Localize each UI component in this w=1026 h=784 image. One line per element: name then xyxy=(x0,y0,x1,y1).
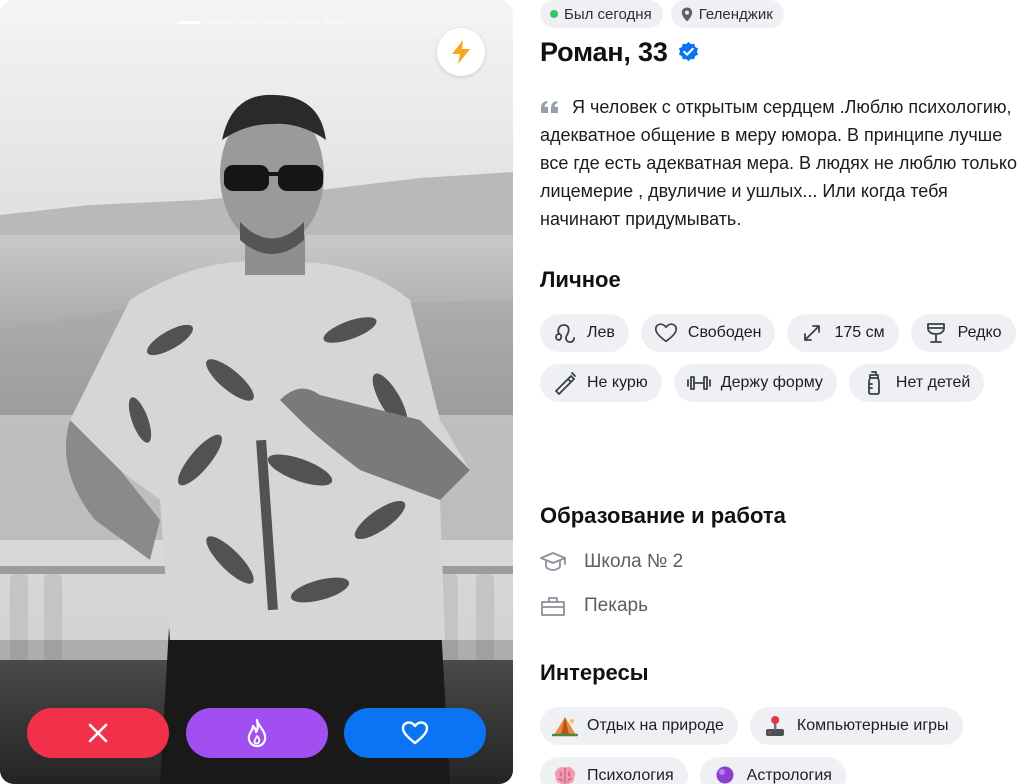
chip-alcohol: Редко xyxy=(910,314,1016,352)
crystal-ball-icon xyxy=(712,763,738,784)
chip-interest-psychology: Психология xyxy=(540,757,688,784)
superlike-button[interactable] xyxy=(186,708,328,758)
chip-label: Психология xyxy=(587,767,674,784)
boost-button[interactable] xyxy=(437,28,485,76)
flame-icon xyxy=(247,718,267,748)
school-text: Школа № 2 xyxy=(584,551,684,572)
section-title-education: Образование и работа xyxy=(540,503,786,528)
chip-label: Компьютерные игры xyxy=(796,717,949,734)
heart-icon xyxy=(401,721,429,745)
like-button[interactable] xyxy=(344,708,486,758)
chip-height: 175 см xyxy=(787,314,899,352)
online-status-tag: Был сегодня xyxy=(540,0,663,28)
personal-chips: Лев Свободен 175 см Редко Не курю Держу … xyxy=(540,314,1020,402)
photo-progress-segment[interactable] xyxy=(324,21,346,24)
chip-interest-nature: Отдых на природе xyxy=(540,707,738,745)
education-job-row: Пекарь xyxy=(540,593,648,619)
chip-label: Астрология xyxy=(746,767,832,784)
profile-bio: Я человек с открытым сердцем .Люблю псих… xyxy=(540,93,1018,233)
leo-icon xyxy=(552,320,578,346)
heart-outline-icon xyxy=(653,320,679,346)
chip-label: Держу форму xyxy=(720,374,823,391)
dislike-button[interactable] xyxy=(27,708,169,758)
height-icon xyxy=(799,320,825,346)
briefcase-icon xyxy=(540,593,566,619)
photo-progress-segment[interactable] xyxy=(295,21,317,24)
city-tag: Геленджик xyxy=(670,0,784,28)
chip-label: Не курю xyxy=(587,374,648,391)
education-school-row: Школа № 2 xyxy=(540,549,683,575)
interest-chips: Отдых на природе Компьютерные игры Психо… xyxy=(540,707,1020,784)
profile-name-age: Роман, 33 xyxy=(540,37,668,67)
chip-interest-games: Компьютерные игры xyxy=(749,707,963,745)
tent-icon xyxy=(552,713,578,739)
brain-icon xyxy=(552,763,578,784)
location-pin-icon xyxy=(681,7,692,21)
close-icon xyxy=(88,723,108,743)
chip-label: Отдых на природе xyxy=(587,717,724,734)
online-dot-icon xyxy=(550,10,558,18)
chip-smoking: Не курю xyxy=(540,364,662,402)
graduation-cap-icon xyxy=(540,549,566,575)
photo-progress-segment[interactable] xyxy=(179,21,201,24)
wine-glass-icon xyxy=(923,320,949,346)
name-row: Роман, 33 xyxy=(540,37,700,68)
chip-label: Редко xyxy=(957,324,1002,341)
chip-zodiac: Лев xyxy=(540,314,629,352)
profile-info-panel: Был сегодня Геленджик Роман, 33 Я челове… xyxy=(540,0,1020,784)
dumbbell-icon xyxy=(686,370,712,396)
bio-text: Я человек с открытым сердцем .Люблю псих… xyxy=(540,97,1017,229)
chip-sport: Держу форму xyxy=(673,364,837,402)
online-status-text: Был сегодня xyxy=(564,5,652,23)
chip-relationship: Свободен xyxy=(640,314,776,352)
section-title-interests: Интересы xyxy=(540,660,649,685)
job-text: Пекарь xyxy=(584,595,648,616)
photo-progress xyxy=(179,21,346,24)
chip-interest-astrology: Астрология xyxy=(699,757,846,784)
photo-progress-segment[interactable] xyxy=(237,21,259,24)
section-title-personal: Личное xyxy=(540,267,621,292)
chip-children: Нет детей xyxy=(848,364,985,402)
city-text: Геленджик xyxy=(698,5,773,23)
no-smoking-icon xyxy=(552,370,578,396)
profile-status-tags: Был сегодня Геленджик xyxy=(540,0,784,28)
photo-progress-segment[interactable] xyxy=(266,21,288,24)
verified-badge-icon xyxy=(678,41,698,62)
photo-card[interactable] xyxy=(0,0,513,784)
chip-label: Нет детей xyxy=(895,374,971,391)
baby-bottle-icon xyxy=(861,370,887,396)
chip-label: Лев xyxy=(587,324,615,341)
joystick-icon xyxy=(762,713,788,739)
chip-label: Свободен xyxy=(687,324,762,341)
chip-label: 175 см xyxy=(834,324,885,341)
quote-icon xyxy=(541,101,558,113)
profile-photo xyxy=(0,0,513,784)
photo-progress-segment[interactable] xyxy=(208,21,230,24)
lightning-icon xyxy=(452,40,470,64)
